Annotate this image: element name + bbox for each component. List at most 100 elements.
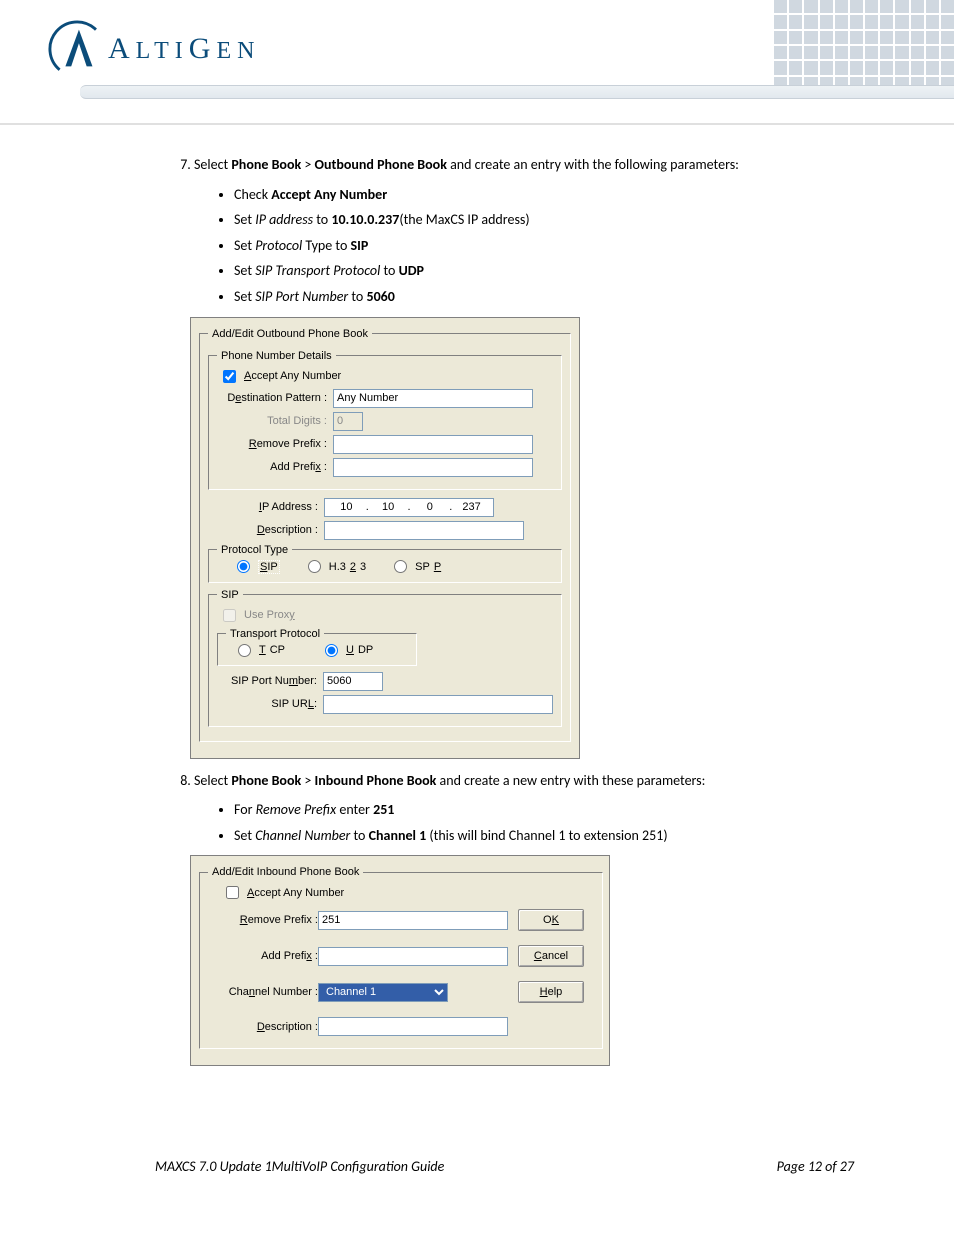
inbound-remove-prefix-label: Remove Prefix :	[208, 914, 318, 926]
text: to	[380, 262, 398, 279]
total-digits-label: Total Digits :	[217, 415, 327, 427]
description-input[interactable]	[324, 521, 524, 540]
text: to	[313, 211, 331, 228]
channel-number-select[interactable]: Channel 1	[318, 983, 448, 1002]
sip-port-input[interactable]	[323, 672, 383, 691]
instruction-list: Select Phone Book > Inbound Phone Book a…	[170, 771, 854, 846]
header-decoration	[774, 0, 954, 90]
header-band	[80, 85, 954, 99]
sip-url-input[interactable]	[323, 695, 553, 714]
channel-number-label: Channel Number :	[208, 986, 318, 998]
text: Set	[234, 288, 255, 305]
accept-any-checkbox[interactable]	[223, 370, 236, 383]
text: 251	[373, 801, 394, 818]
text: >	[301, 772, 314, 789]
text: Phone Book	[231, 156, 301, 173]
text: SIP Transport Protocol	[255, 262, 380, 279]
protocol-spp-radio[interactable]: SPP	[394, 560, 441, 573]
ip-octet[interactable]: 0	[415, 501, 445, 513]
text: >	[301, 156, 314, 173]
page-footer: MAXCS 7.0 Update 1MultiVoIP Configuratio…	[155, 1158, 854, 1175]
ip-address-label: IP Address :	[208, 501, 318, 513]
bullet: Check Accept Any Number	[234, 185, 854, 205]
bullet: Set Channel Number to Channel 1 (this wi…	[234, 826, 854, 846]
text: Phone Book	[231, 772, 301, 789]
help-button[interactable]: Help	[518, 981, 584, 1003]
text: Remove Prefix	[256, 801, 337, 818]
sip-port-label: SIP Port Number:	[217, 675, 317, 687]
bullet: Set SIP Port Number to 5060	[234, 287, 854, 307]
transport-tcp-radio[interactable]: TCP	[238, 644, 285, 657]
sip-url-label: SIP URL:	[217, 698, 317, 710]
inbound-dialog: Add/Edit Inbound Phone Book Accept Any N…	[190, 855, 610, 1066]
ip-octet[interactable]: 10	[331, 501, 361, 513]
accept-any-row: Accept Any Number	[223, 370, 553, 383]
step-7: Select Phone Book > Outbound Phone Book …	[194, 155, 854, 307]
ip-address-input[interactable]: 10. 10. 0. 237	[324, 498, 494, 517]
group-legend: SIP	[217, 589, 243, 601]
ip-octet[interactable]: 10	[373, 501, 403, 513]
ok-button[interactable]: OK	[518, 909, 584, 931]
text: Inbound Phone Book	[315, 772, 437, 789]
cancel-button[interactable]: Cancel	[518, 945, 584, 967]
inbound-accept-any-label: Accept Any Number	[247, 887, 344, 899]
text: Select	[194, 156, 231, 173]
group-legend: Add/Edit Inbound Phone Book	[208, 866, 363, 878]
protocol-sip-radio[interactable]: SIP	[237, 560, 280, 574]
inbound-add-prefix-input[interactable]	[318, 947, 508, 966]
ip-octet[interactable]: 237	[457, 501, 487, 513]
footer-title: MAXCS 7.0 Update 1MultiVoIP Configuratio…	[155, 1158, 444, 1175]
description-label: Description :	[208, 524, 318, 536]
text: Type to	[302, 237, 350, 254]
text: Outbound Phone Book	[315, 156, 447, 173]
step-8: Select Phone Book > Inbound Phone Book a…	[194, 771, 854, 846]
outbound-dialog: Add/Edit Outbound Phone Book Phone Numbe…	[190, 317, 580, 759]
text: For	[234, 801, 256, 818]
add-prefix-input[interactable]	[333, 458, 533, 477]
sip-group: SIP Use Proxy Transport Protocol TCP UDP…	[208, 589, 562, 727]
text: Protocol	[255, 237, 302, 254]
bullet: For Remove Prefix enter 251	[234, 800, 854, 820]
text: Accept Any Number	[271, 186, 387, 203]
text: (the MaxCS IP address)	[399, 211, 529, 228]
inbound-add-prefix-label: Add Prefix :	[208, 950, 318, 962]
add-prefix-label: Add Prefix :	[217, 461, 327, 473]
logo-icon	[48, 20, 106, 78]
step-8-bullets: For Remove Prefix enter 251 Set Channel …	[194, 800, 854, 845]
inbound-main-group: Add/Edit Inbound Phone Book Accept Any N…	[199, 866, 603, 1049]
inbound-accept-any-checkbox[interactable]	[226, 886, 239, 899]
brand-text: ALTIGEN	[108, 32, 260, 66]
text: IP address	[255, 211, 313, 228]
transport-udp-radio[interactable]: UDP	[325, 644, 373, 657]
use-proxy-checkbox	[223, 609, 236, 622]
destination-pattern-label: Destination Pattern :	[217, 392, 327, 404]
outbound-main-group: Add/Edit Outbound Phone Book Phone Numbe…	[199, 328, 571, 742]
protocol-h323-radio[interactable]: H.323	[308, 560, 366, 573]
text: SIP Port Number	[255, 288, 348, 305]
text: Set	[234, 211, 255, 228]
bullet: Set IP address to 10.10.0.237(the MaxCS …	[234, 210, 854, 230]
accept-any-label: Accept Any Number	[244, 370, 341, 382]
text: Set	[234, 237, 255, 254]
page-header: ALTIGEN	[0, 0, 954, 125]
text: Select	[194, 772, 231, 789]
text: 10.10.0.237	[331, 211, 399, 228]
inbound-accept-any-row: Accept Any Number	[226, 886, 594, 899]
remove-prefix-input[interactable]	[333, 435, 533, 454]
group-legend: Phone Number Details	[217, 350, 336, 362]
remove-prefix-label: Remove Prefix :	[217, 438, 327, 450]
inbound-description-input[interactable]	[318, 1017, 508, 1036]
group-legend: Transport Protocol	[226, 628, 324, 640]
inbound-remove-prefix-input[interactable]	[318, 911, 508, 930]
group-legend: Protocol Type	[217, 544, 292, 556]
phone-number-details-group: Phone Number Details Accept Any Number D…	[208, 350, 562, 490]
protocol-type-group: Protocol Type SIP H.323 SPP	[208, 544, 562, 583]
bullet: Set Protocol Type to SIP	[234, 236, 854, 256]
header-divider	[0, 123, 954, 125]
text: Set	[234, 827, 255, 844]
destination-pattern-input[interactable]	[333, 389, 533, 408]
text: Channel 1	[369, 827, 427, 844]
text: and create a new entry with these parame…	[436, 772, 705, 789]
text: enter	[336, 801, 373, 818]
text: to	[350, 827, 368, 844]
